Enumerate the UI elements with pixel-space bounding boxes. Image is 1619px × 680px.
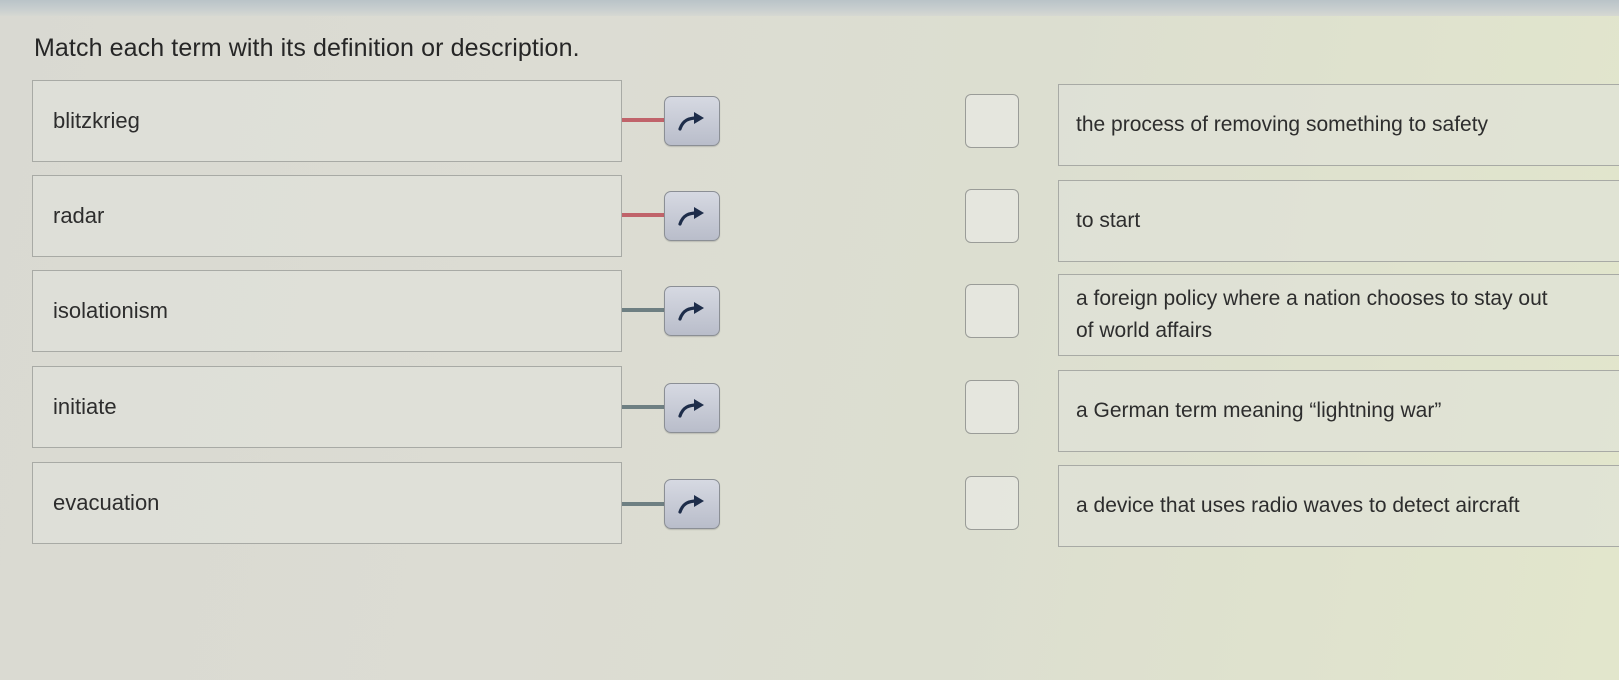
connector-line [622, 502, 666, 506]
connector-line [622, 118, 666, 122]
arrow-button[interactable] [664, 286, 720, 336]
answer-slot[interactable] [965, 94, 1019, 148]
definition-text: a foreign policy where a nation chooses … [1076, 287, 1548, 342]
definition-box[interactable]: a German term meaning “lightning war” [1058, 370, 1619, 452]
definition-text: a device that uses radio waves to detect… [1076, 494, 1520, 517]
answer-slot[interactable] [965, 284, 1019, 338]
definition-text: the process of removing something to saf… [1076, 113, 1489, 136]
answer-slot[interactable] [965, 476, 1019, 530]
answer-slot[interactable] [965, 380, 1019, 434]
term-label: evacuation [53, 490, 160, 515]
answer-slot[interactable] [965, 189, 1019, 243]
term-box-initiate[interactable]: initiate [32, 366, 622, 448]
definition-box[interactable]: the process of removing something to saf… [1058, 84, 1619, 166]
curved-arrow-right-icon [678, 207, 704, 226]
arrow-button[interactable] [664, 479, 720, 529]
arrow-button[interactable] [664, 191, 720, 241]
term-box-isolationism[interactable]: isolationism [32, 270, 622, 352]
definition-box[interactable]: to start [1058, 180, 1619, 262]
term-label: isolationism [53, 298, 168, 323]
top-strip [0, 0, 1619, 16]
term-box-evacuation[interactable]: evacuation [32, 462, 622, 544]
curved-arrow-right-icon [678, 302, 704, 321]
arrow-button[interactable] [664, 96, 720, 146]
arrow-button[interactable] [664, 383, 720, 433]
term-label: radar [53, 203, 105, 228]
instructions-heading: Match each term with its definition or d… [34, 34, 580, 62]
connector-line [622, 405, 666, 409]
definition-box[interactable]: a foreign policy where a nation chooses … [1058, 274, 1619, 356]
connector-line [622, 308, 666, 312]
term-label: blitzkrieg [53, 108, 140, 133]
curved-arrow-right-icon [678, 399, 704, 418]
term-label: initiate [53, 394, 117, 419]
definition-box[interactable]: a device that uses radio waves to detect… [1058, 465, 1619, 547]
curved-arrow-right-icon [678, 112, 704, 131]
curved-arrow-right-icon [678, 495, 704, 514]
term-box-blitzkrieg[interactable]: blitzkrieg [32, 80, 622, 162]
connector-line [622, 213, 666, 217]
definition-text: to start [1076, 209, 1141, 232]
definition-text: a German term meaning “lightning war” [1076, 399, 1442, 422]
term-box-radar[interactable]: radar [32, 175, 622, 257]
